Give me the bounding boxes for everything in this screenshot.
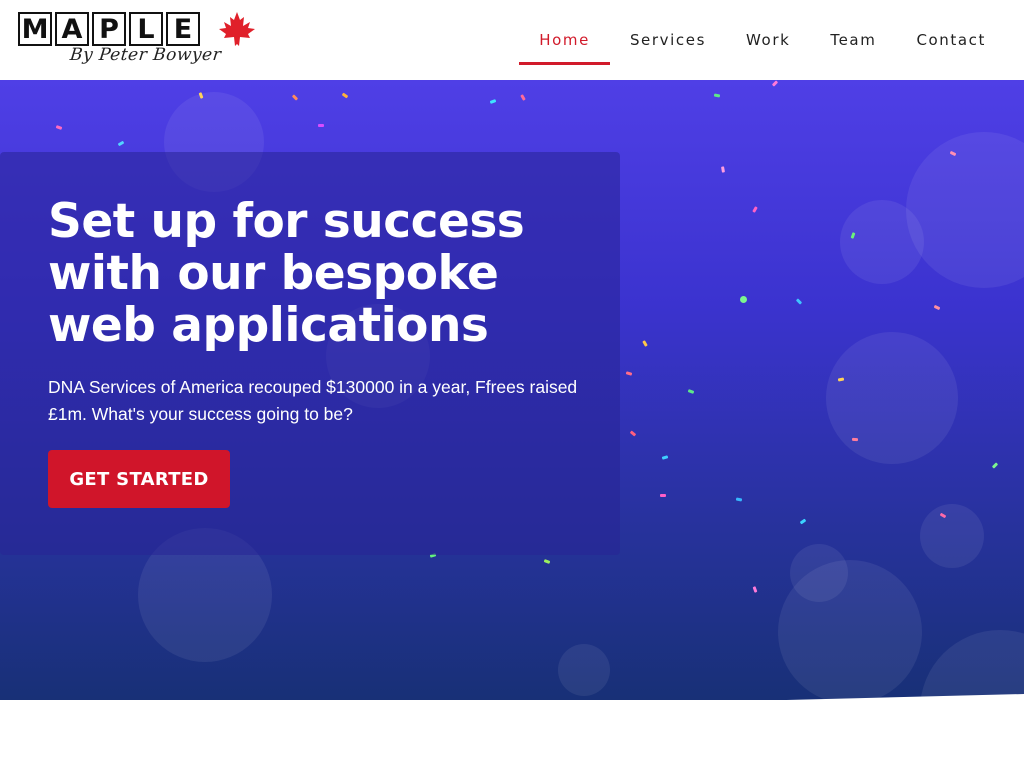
- logo-tagline: By Peter Bowyer: [68, 45, 223, 65]
- decorative-bubble: [906, 132, 1024, 288]
- decorative-bubble: [920, 504, 984, 568]
- decorative-bubble: [826, 332, 958, 464]
- main-nav: Home Services Work Team Contact: [519, 0, 1006, 80]
- site-header: M A P L E By Peter Bowyer Home Services …: [0, 0, 1024, 80]
- confetti-piece: [318, 124, 324, 127]
- logo-letter: E: [166, 12, 200, 46]
- nav-item-team[interactable]: Team: [810, 0, 896, 80]
- confetti-piece: [625, 371, 633, 376]
- confetti-piece: [771, 80, 779, 87]
- logo-letters: M A P L E: [18, 12, 203, 46]
- confetti-piece: [117, 140, 125, 147]
- decorative-bubble: [840, 200, 924, 284]
- confetti-piece: [713, 93, 721, 98]
- hero-card: Set up for success with our bespoke web …: [0, 152, 620, 555]
- logo-letter: M: [18, 12, 52, 46]
- confetti-piece: [642, 340, 648, 347]
- nav-item-work[interactable]: Work: [726, 0, 810, 80]
- decorative-bubble: [558, 644, 610, 696]
- nav-item-home[interactable]: Home: [519, 0, 610, 80]
- confetti-piece: [991, 462, 999, 469]
- confetti-piece: [687, 389, 695, 394]
- confetti-piece: [661, 455, 669, 460]
- next-section: [0, 700, 1024, 768]
- logo-letter: P: [92, 12, 126, 46]
- confetti-piece: [291, 94, 299, 101]
- nav-item-services[interactable]: Services: [610, 0, 726, 80]
- confetti-piece: [629, 430, 637, 437]
- confetti-piece: [721, 166, 725, 173]
- confetti-piece: [752, 586, 758, 593]
- confetti-piece: [735, 497, 743, 502]
- hero-section: Set up for success with our bespoke web …: [0, 80, 1024, 720]
- confetti-piece: [740, 296, 747, 303]
- hero-headline: Set up for success with our bespoke web …: [48, 194, 525, 353]
- confetti-piece: [851, 437, 859, 442]
- logo-letter: A: [55, 12, 89, 46]
- confetti-piece: [341, 92, 349, 99]
- get-started-button[interactable]: GET STARTED: [48, 450, 230, 508]
- brand-logo[interactable]: M A P L E By Peter Bowyer: [18, 12, 258, 72]
- confetti-piece: [660, 494, 666, 497]
- confetti-piece: [55, 125, 63, 130]
- confetti-piece: [489, 99, 497, 104]
- logo-letter: L: [129, 12, 163, 46]
- hero-subtext: DNA Services of America recouped $130000…: [48, 377, 578, 424]
- confetti-piece: [752, 206, 758, 213]
- confetti-piece: [543, 559, 551, 564]
- confetti-piece: [933, 304, 941, 311]
- decorative-bubble: [778, 560, 922, 704]
- confetti-piece: [520, 94, 526, 101]
- maple-leaf-icon: [219, 12, 255, 46]
- confetti-piece: [799, 518, 807, 525]
- confetti-piece: [795, 298, 803, 305]
- nav-item-contact[interactable]: Contact: [896, 0, 1006, 80]
